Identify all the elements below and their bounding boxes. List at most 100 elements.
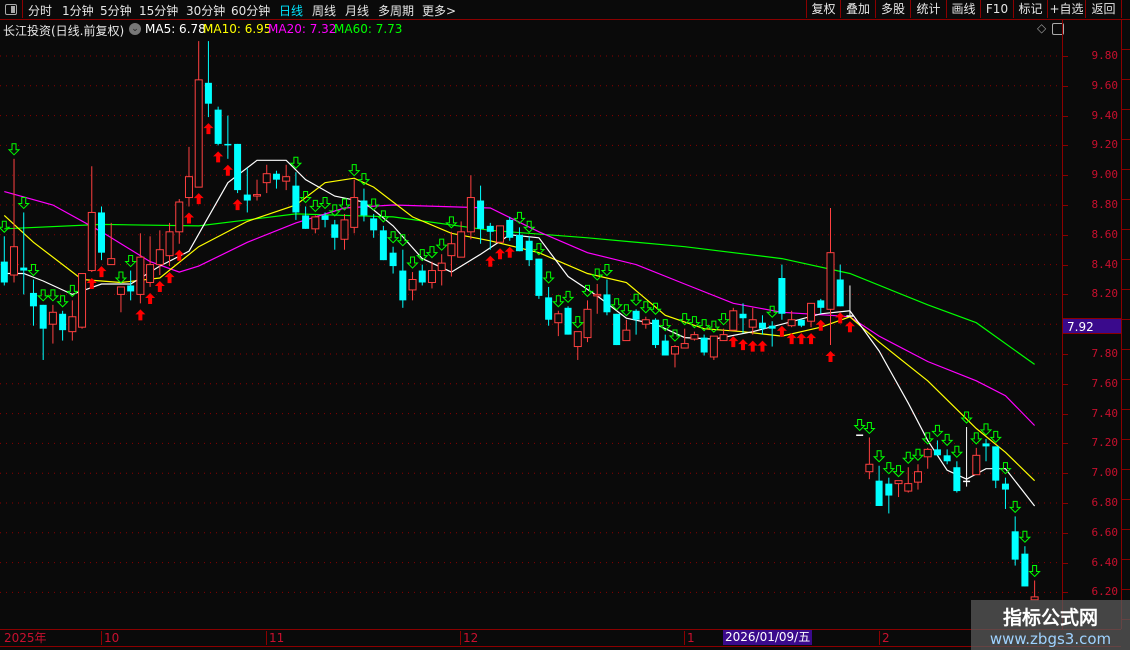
period-tab-daily[interactable]: 日线 [279,2,303,19]
sell-arrow-icon [940,433,954,447]
buy-arrow-icon [796,333,807,345]
side-tab[interactable] [1122,200,1130,230]
candle-body-up [165,231,174,257]
side-tab[interactable] [1122,260,1130,290]
period-tab-monthly[interactable]: 月线 [345,2,369,19]
side-tab[interactable] [1122,560,1130,590]
multi-stock-button[interactable]: 多股 [875,0,910,18]
candle-body-down [272,173,280,180]
period-tab-1min[interactable]: 1分钟 [62,2,94,19]
buy-arrow-icon [825,351,836,363]
candle-body-up [622,329,631,342]
candle-body-down [758,322,766,329]
candle-body-down [700,337,708,353]
add-watchlist-button[interactable]: +自选 [1047,0,1085,18]
side-tab[interactable] [1122,50,1130,80]
side-tab[interactable] [1122,230,1130,260]
candle-body-down [486,225,494,232]
side-tab[interactable] [1122,290,1130,320]
price-tick-label: 9.00 [1091,168,1119,182]
buy-arrow-icon [193,193,204,205]
side-tab[interactable] [1122,380,1130,410]
candle-body-down [953,467,961,492]
candle-body-down [632,310,640,320]
side-tab[interactable] [1122,170,1130,200]
dropdown-circle-icon[interactable]: ⌄ [129,23,141,35]
sell-arrow-icon [591,268,604,281]
candle-body-down [875,480,883,506]
candle-body-down [525,240,533,261]
candle-body-down [506,219,514,238]
time-label-jan: 1 [684,631,695,645]
price-tick-mark [1063,503,1068,504]
sell-arrow-icon [124,255,137,268]
candle-body-down [234,143,242,191]
price-tick-label: 8.60 [1091,227,1119,241]
side-tab[interactable] [1122,320,1130,350]
side-tab[interactable] [1122,440,1130,470]
sell-arrow-icon [902,451,915,464]
sell-arrow-icon [853,418,866,432]
mark-button[interactable]: 标记 [1013,0,1047,18]
price-tick-mark [1063,115,1068,117]
candlestick-chart[interactable] [0,0,1062,629]
time-label-2025: 2025年 [4,631,47,645]
overlay-button[interactable]: 叠加 [840,0,875,18]
diamond-icon[interactable]: ◇ [1037,21,1046,35]
side-tab[interactable] [1122,530,1130,560]
side-tab-strip[interactable] [1121,20,1130,629]
period-tab-15min[interactable]: 15分钟 [139,2,178,19]
sell-arrow-icon [406,256,419,269]
candle-body-down [321,215,329,220]
sell-arrow-icon [56,295,69,308]
period-tab-fenshi[interactable]: 分时 [28,2,52,19]
price-tick-mark [1063,205,1068,206]
candle-body-down [20,267,28,271]
side-tab[interactable] [1122,20,1130,50]
candle-body-down [739,313,747,319]
candle-body-up [865,463,874,473]
sell-arrow-icon [27,264,40,277]
side-tab[interactable] [1122,410,1130,440]
candle-body-down [29,292,37,307]
statistics-button[interactable]: 统计 [910,0,946,18]
period-tab-5min[interactable]: 5分钟 [100,2,132,19]
layout-toggle-icon[interactable] [0,0,23,18]
candle-body-up [826,252,835,310]
restore-rights-button[interactable]: 复权 [806,0,840,18]
side-tab[interactable] [1122,110,1130,140]
watermark-url: www.zbgs3.com [989,630,1112,648]
time-label-nov: 11 [266,631,284,645]
period-tab-60min[interactable]: 60分钟 [231,2,270,19]
candle-body-up [107,258,116,266]
candle-body-down [1001,483,1009,490]
candle-body-up [447,243,456,257]
sell-arrow-icon [892,465,905,478]
side-tab[interactable] [1122,140,1130,170]
candle-body-down [545,297,553,320]
candle-body-down [214,109,222,144]
f10-button[interactable]: F10 [980,0,1013,18]
period-tab-30min[interactable]: 30分钟 [186,2,225,19]
period-tab-weekly[interactable]: 周线 [312,2,336,19]
candle-body-up [554,313,563,324]
draw-line-button[interactable]: 画线 [946,0,980,18]
price-tick-mark [1063,383,1068,385]
side-tab[interactable] [1122,350,1130,380]
candle-body-down [603,294,611,313]
side-tab[interactable] [1122,470,1130,500]
candle-body-down [768,325,776,329]
candle-body-down [836,279,844,307]
more-menu[interactable]: 更多> [422,2,456,19]
candle-body-up [408,279,417,291]
watermark: 指标公式网 www.zbgs3.com [971,600,1130,650]
side-tab[interactable] [1122,500,1130,530]
price-tick-mark [1063,562,1068,564]
back-button[interactable]: 返回 [1085,0,1122,18]
candle-body-down [292,185,300,213]
sell-arrow-icon [950,445,964,458]
buy-arrow-icon [154,281,165,293]
period-tab-multi[interactable]: 多周期 [378,2,414,19]
price-tick-mark [1063,473,1068,475]
side-tab[interactable] [1122,80,1130,110]
